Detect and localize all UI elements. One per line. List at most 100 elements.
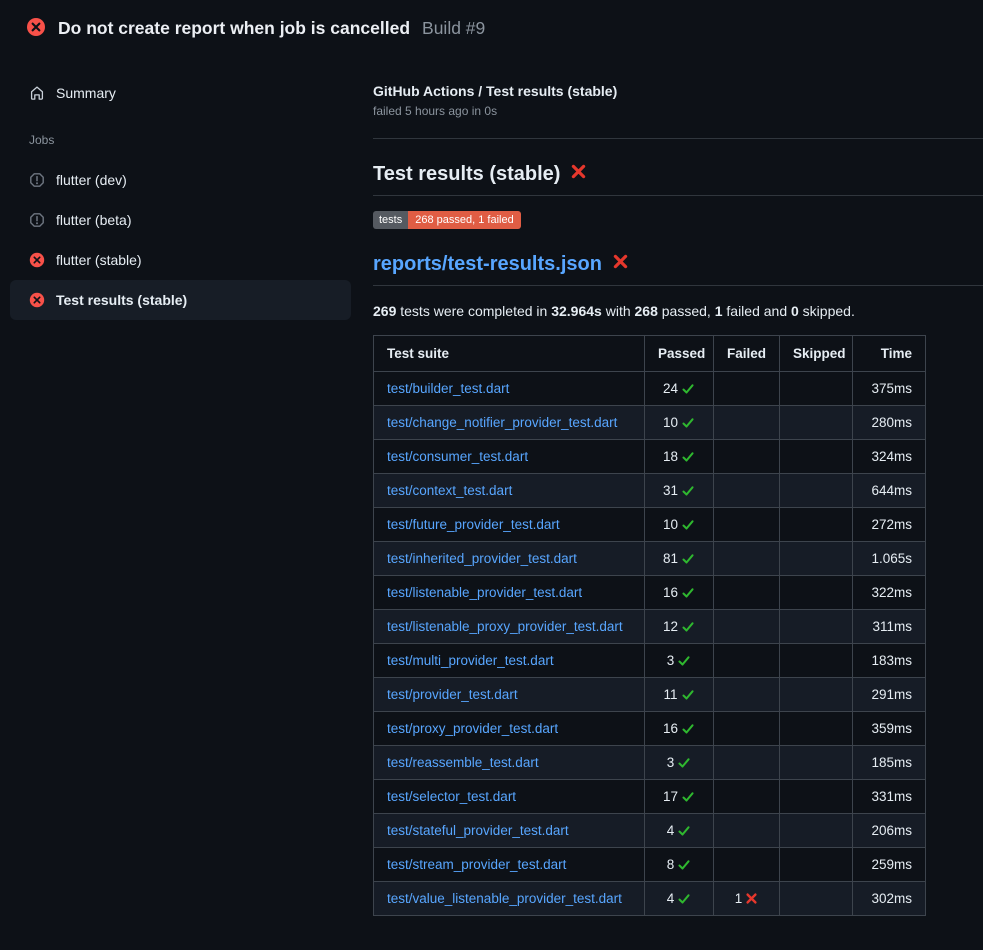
check-icon (677, 756, 691, 770)
build-number: Build #9 (422, 18, 485, 39)
sidebar-item-summary[interactable]: Summary (10, 73, 351, 113)
cross-mark-icon (612, 251, 629, 277)
cell-test-suite: test/proxy_provider_test.dart (374, 712, 645, 746)
table-row: test/listenable_provider_test.dart16322m… (374, 576, 926, 610)
jobs-list: flutter (dev)flutter (beta)flutter (stab… (10, 160, 373, 320)
cell-passed: 8 (645, 848, 714, 882)
table-row: test/stateful_provider_test.dart 4 206ms (374, 814, 926, 848)
check-icon (681, 450, 695, 464)
cell-skipped (780, 576, 853, 610)
sidebar-item-job[interactable]: flutter (dev) (10, 160, 351, 200)
cell-failed (714, 814, 780, 848)
column-header-time: Time (853, 336, 926, 372)
table-header-row: Test suite Passed Failed Skipped Time (374, 336, 926, 372)
column-header-test-suite: Test suite (374, 336, 645, 372)
test-suite-link[interactable]: test/provider_test.dart (387, 687, 518, 702)
test-suite-link[interactable]: test/inherited_provider_test.dart (387, 551, 577, 566)
cell-passed: 11 (645, 678, 714, 712)
tests-summary-text: 269 tests were completed in 32.964s with… (373, 303, 983, 319)
table-row: test/multi_provider_test.dart3183ms (374, 644, 926, 678)
column-header-skipped: Skipped (780, 336, 853, 372)
test-suite-link[interactable]: test/proxy_provider_test.dart (387, 721, 558, 736)
cell-failed (714, 508, 780, 542)
test-suite-link[interactable]: test/stream_provider_test.dart (387, 857, 566, 872)
cell-skipped (780, 372, 853, 406)
test-suite-link[interactable]: test/builder_test.dart (387, 381, 509, 396)
cell-failed (714, 610, 780, 644)
cell-skipped (780, 814, 853, 848)
x-circle-icon (26, 17, 46, 37)
test-suite-link[interactable]: test/stateful_provider_test.dart (387, 823, 569, 838)
check-icon (681, 790, 695, 804)
column-header-failed: Failed (714, 336, 780, 372)
test-suite-link[interactable]: test/multi_provider_test.dart (387, 653, 554, 668)
cell-time: 259ms (853, 848, 926, 882)
sidebar-item-job[interactable]: flutter (beta) (10, 200, 351, 240)
test-suite-link[interactable]: test/listenable_provider_test.dart (387, 585, 582, 600)
check-icon (677, 654, 691, 668)
cell-skipped (780, 882, 853, 916)
cell-passed: 31 (645, 474, 714, 508)
test-suite-link[interactable]: test/listenable_proxy_provider_test.dart (387, 619, 623, 634)
cross-mark-icon (745, 892, 758, 905)
table-row: test/future_provider_test.dart10272ms (374, 508, 926, 542)
cell-skipped (780, 474, 853, 508)
test-suite-link[interactable]: test/change_notifier_provider_test.dart (387, 415, 617, 430)
sidebar-item-job[interactable]: Test results (stable) (10, 280, 351, 320)
cell-failed (714, 474, 780, 508)
home-icon (29, 85, 45, 101)
cell-skipped (780, 508, 853, 542)
cell-failed (714, 848, 780, 882)
sidebar-item-label: Summary (56, 85, 116, 101)
cell-skipped (780, 610, 853, 644)
cross-mark-icon (570, 161, 587, 187)
cell-failed (714, 678, 780, 712)
test-results-table: Test suite Passed Failed Skipped Time te… (373, 335, 926, 916)
table-row: test/provider_test.dart 11 291ms (374, 678, 926, 712)
cell-time: 206ms (853, 814, 926, 848)
badge-label: tests (373, 211, 408, 229)
table-row: test/consumer_test.dart18324ms (374, 440, 926, 474)
report-file-link[interactable]: reports/test-results.json (373, 251, 602, 277)
breadcrumb: GitHub Actions / Test results (stable) (373, 83, 983, 99)
sidebar: Summary Jobs flutter (dev)flutter (beta)… (0, 42, 373, 320)
divider (373, 138, 983, 139)
cell-failed (714, 746, 780, 780)
check-icon (681, 552, 695, 566)
x-circle-icon (29, 292, 45, 308)
test-suite-link[interactable]: test/selector_test.dart (387, 789, 516, 804)
check-icon (681, 484, 695, 498)
cell-test-suite: test/builder_test.dart (374, 372, 645, 406)
cell-test-suite: test/change_notifier_provider_test.dart (374, 406, 645, 440)
x-circle-icon (29, 252, 45, 268)
table-row: test/listenable_proxy_provider_test.dart… (374, 610, 926, 644)
test-suite-link[interactable]: test/consumer_test.dart (387, 449, 528, 464)
check-icon (677, 892, 691, 906)
cell-time: 302ms (853, 882, 926, 916)
test-suite-link[interactable]: test/reassemble_test.dart (387, 755, 539, 770)
test-suite-link[interactable]: test/context_test.dart (387, 483, 512, 498)
cell-skipped (780, 780, 853, 814)
table-row: test/inherited_provider_test.dart811.065… (374, 542, 926, 576)
column-header-passed: Passed (645, 336, 714, 372)
stop-icon (29, 172, 45, 188)
cell-time: 331ms (853, 780, 926, 814)
cell-test-suite: test/consumer_test.dart (374, 440, 645, 474)
cell-test-suite: test/multi_provider_test.dart (374, 644, 645, 678)
cell-failed (714, 440, 780, 474)
cell-time: 291ms (853, 678, 926, 712)
x-circle-icon (26, 17, 46, 40)
main-content: GitHub Actions / Test results (stable) f… (373, 42, 983, 916)
test-suite-link[interactable]: test/value_listenable_provider_test.dart (387, 891, 622, 906)
cell-passed: 4 (645, 814, 714, 848)
check-icon (681, 416, 695, 430)
cell-test-suite: test/stream_provider_test.dart (374, 848, 645, 882)
cell-failed (714, 780, 780, 814)
sidebar-item-job[interactable]: flutter (stable) (10, 240, 351, 280)
test-suite-link[interactable]: test/future_provider_test.dart (387, 517, 560, 532)
table-row: test/proxy_provider_test.dart16359ms (374, 712, 926, 746)
cell-passed: 18 (645, 440, 714, 474)
cell-passed: 16 (645, 576, 714, 610)
cell-test-suite: test/value_listenable_provider_test.dart (374, 882, 645, 916)
cell-failed (714, 406, 780, 440)
